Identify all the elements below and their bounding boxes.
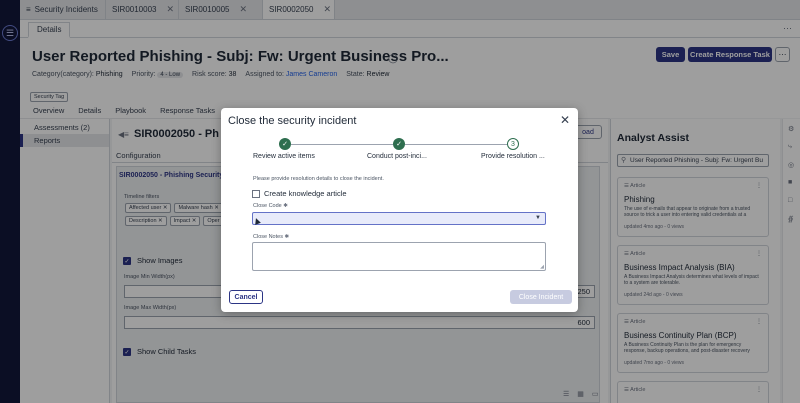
required-icon: ✱ [284,234,290,240]
modal-hint: Please provide resolution details to clo… [253,176,384,182]
modal-title: Close the security incident [228,115,357,127]
close-icon[interactable]: ✕ [560,113,570,127]
required-icon: ✱ [283,203,288,209]
cancel-button[interactable]: Cancel [229,290,263,304]
close-notes-label: Close Notes ✱ [253,234,290,240]
check-icon: ✓ [393,138,405,150]
close-code-select[interactable]: ▼ [252,212,546,225]
close-notes-textarea[interactable]: ◢ [252,242,546,271]
close-code-label: Close Code ✱ [253,203,288,209]
caret-down-icon: ▼ [535,215,541,221]
create-knowledge-checkbox[interactable] [252,190,260,198]
step-connector [291,144,393,145]
close-incident-button[interactable]: Close Incident [510,290,572,304]
check-icon: ✓ [279,138,291,150]
resize-handle-icon[interactable]: ◢ [540,264,544,270]
step-connector [405,144,507,145]
step-number: 3 [507,138,519,150]
create-knowledge-label: Create knowledge article [264,189,347,198]
close-incident-modal: Close the security incident ✕ ✓ Review a… [221,108,578,312]
